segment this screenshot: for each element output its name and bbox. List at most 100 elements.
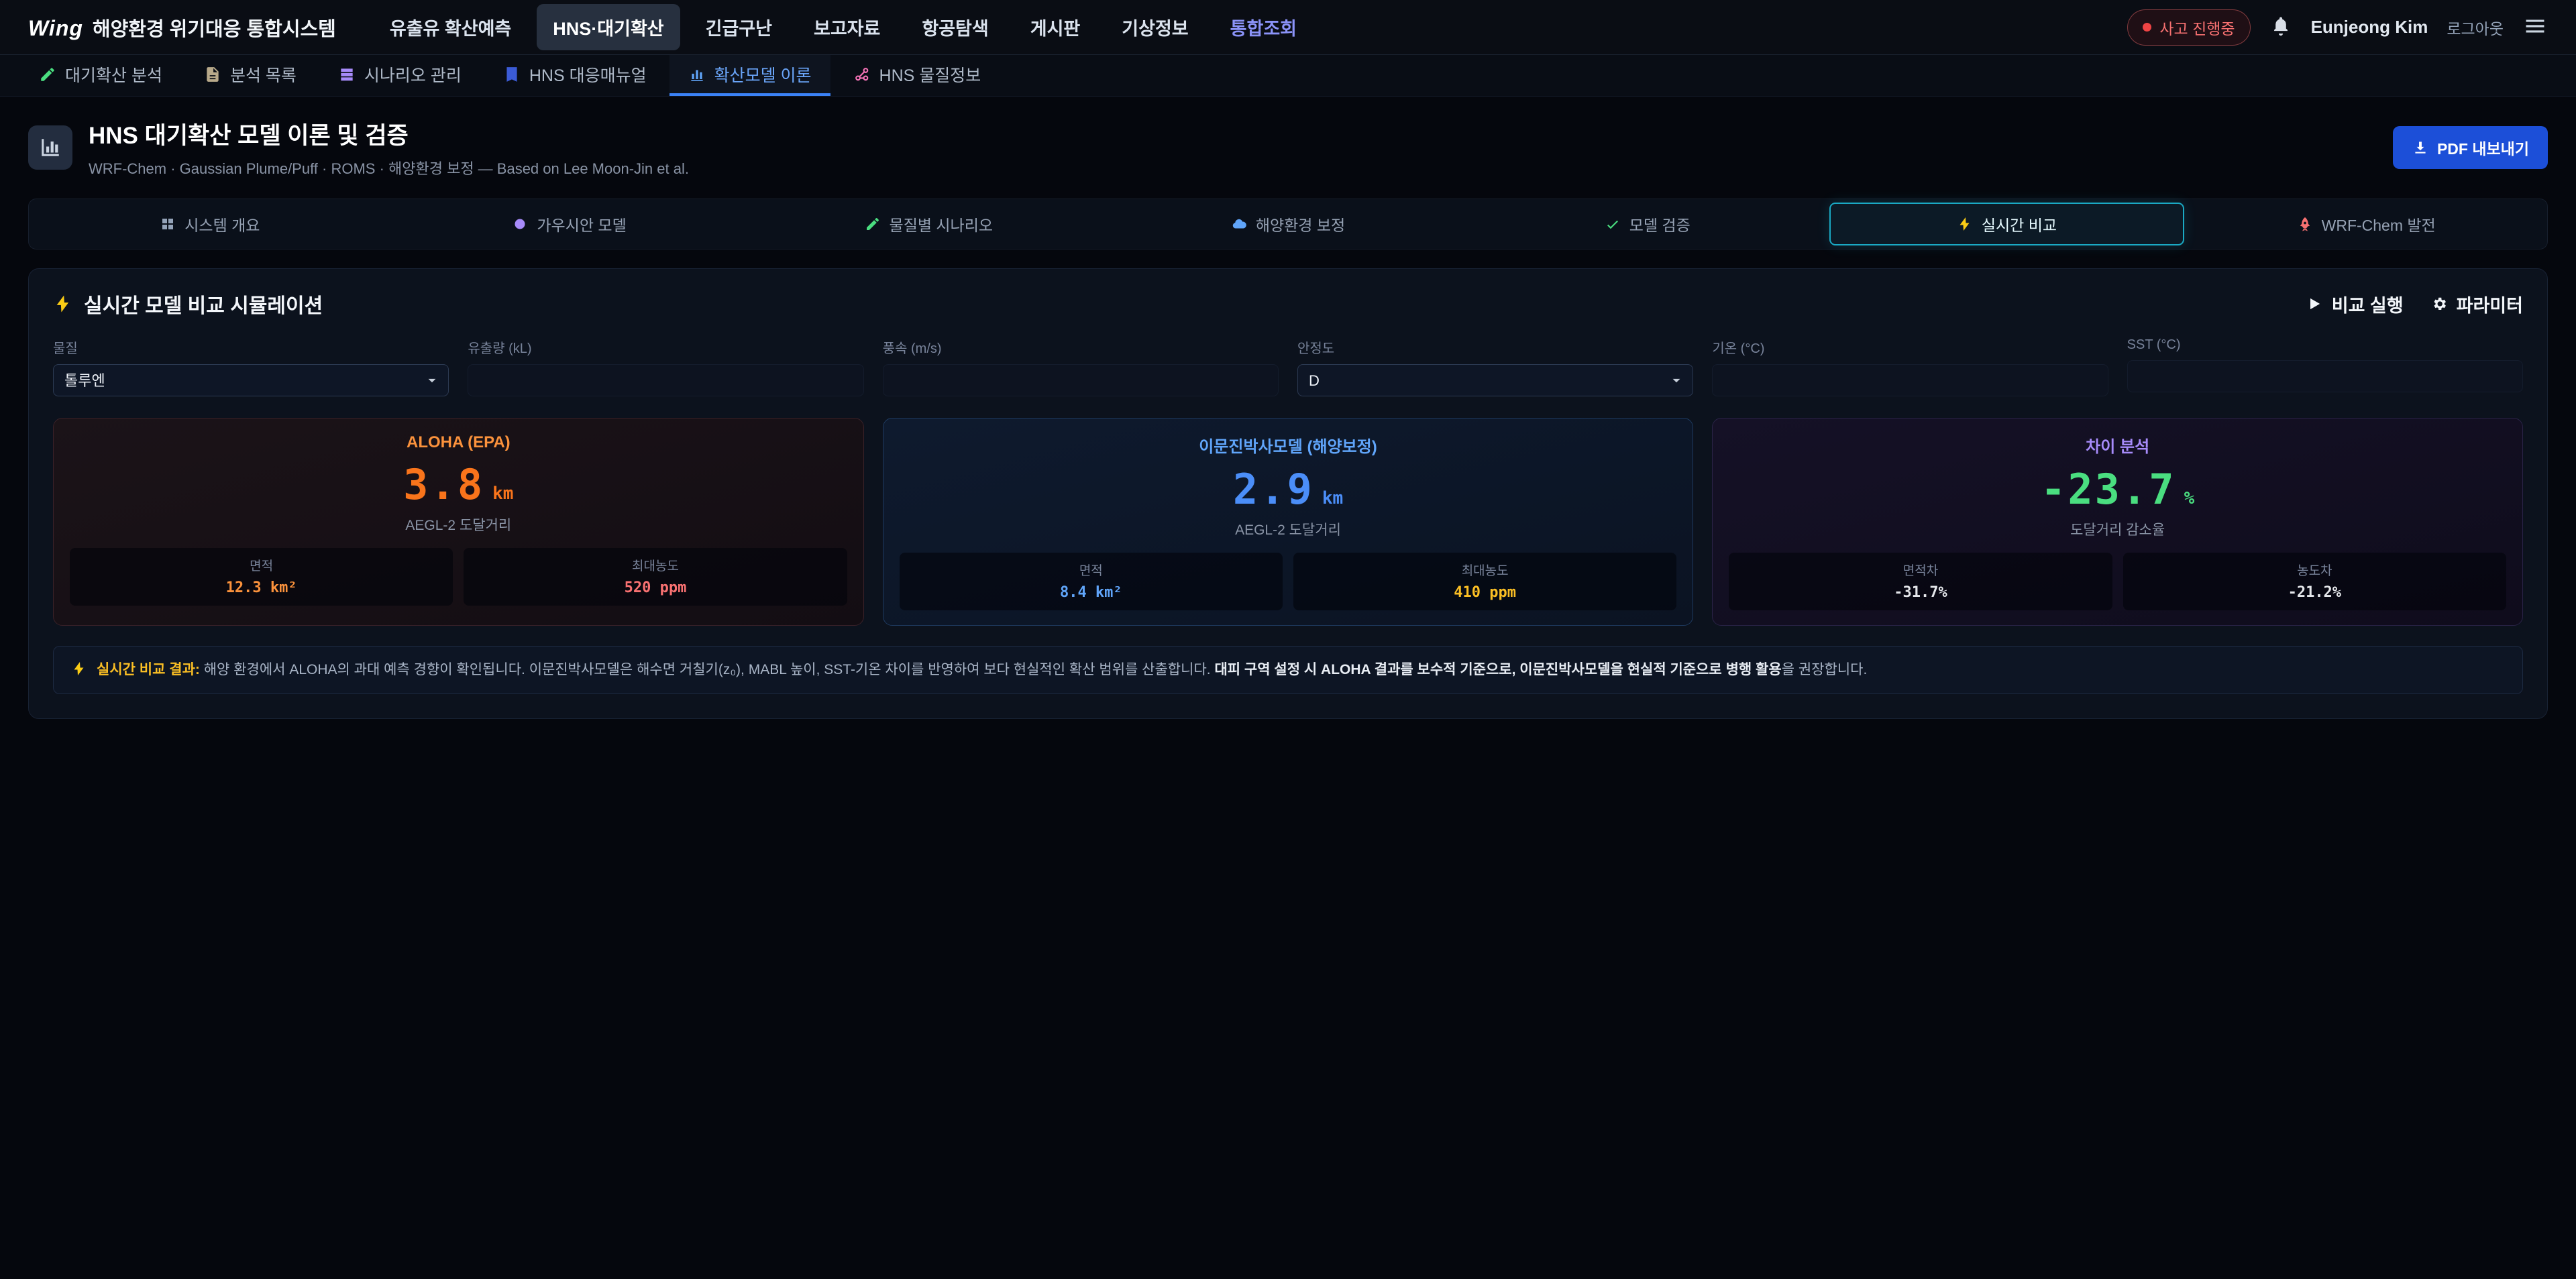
- sub-navigation: 대기확산 분석 분석 목록시나리오 관리 HNS 대응매뉴얼 확산모델 이론 HNS 물…: [0, 55, 2576, 97]
- stat-value: -31.7%: [1735, 584, 2105, 601]
- model-card-2: 차이 분석-23.7%도달거리 감소율면적차-31.7%농도차-21.2%: [1712, 418, 2523, 626]
- stat-value: 8.4 km²: [906, 584, 1276, 601]
- card-value: 2.9 km: [900, 465, 1677, 514]
- card-value-unit: km: [1322, 488, 1343, 508]
- section-tab-label: 모델 검증: [1629, 213, 1690, 235]
- bolt-icon: [71, 661, 87, 677]
- form-field-0: 물질톨루엔: [53, 337, 449, 396]
- card-value-number: 2.9: [1233, 465, 1314, 514]
- menu-item-2[interactable]: 긴급구난: [690, 4, 788, 50]
- scenario-pencil-icon: [865, 216, 881, 232]
- menu-item-3[interactable]: 보고자료: [798, 4, 896, 50]
- field-label: 안정도: [1297, 337, 1693, 357]
- cloud-icon: [1231, 216, 1247, 232]
- run-comparison-label: 비교 실행: [2332, 291, 2404, 317]
- bell-icon: [2269, 15, 2292, 38]
- notifications-button[interactable]: [2269, 15, 2292, 40]
- note-tail: 을 권장합니다.: [1782, 662, 1868, 677]
- page-header-icon-box: [28, 125, 72, 170]
- pdf-export-button[interactable]: PDF 내보내기: [2393, 126, 2548, 169]
- menu-item-4[interactable]: 항공탐색: [906, 4, 1004, 50]
- stat-box: 면적차 -31.7%: [1729, 553, 2112, 610]
- card-caption: 도달거리 감소율: [1729, 519, 2506, 539]
- logout-button[interactable]: 로그아웃: [2447, 16, 2504, 39]
- realtime-comparison-panel: 실시간 모델 비교 시뮬레이션 비교 실행 파라미터 물질톨루엔유출량 (kL)…: [28, 268, 2548, 719]
- menu-toggle-button[interactable]: [2522, 13, 2548, 41]
- field-input-1[interactable]: [468, 364, 863, 396]
- stat-label: 최대농도: [470, 556, 840, 574]
- subnav-item-4[interactable]: 확산모델 이론: [669, 55, 830, 96]
- overview-icon: [160, 216, 176, 232]
- section-tab-label: 해양환경 보정: [1256, 213, 1345, 235]
- card-value: -23.7%: [1729, 465, 2506, 514]
- menu-item-6[interactable]: 기상정보: [1106, 4, 1204, 50]
- download-icon: [2412, 139, 2429, 156]
- field-input-2[interactable]: [883, 364, 1279, 396]
- section-tab-1[interactable]: 가우시안 모델: [392, 203, 747, 245]
- section-tab-3[interactable]: 해양환경 보정: [1110, 203, 1466, 245]
- check-icon: [1605, 216, 1621, 232]
- panel-head: 실시간 모델 비교 시뮬레이션 비교 실행 파라미터: [53, 289, 2523, 319]
- card-title: 차이 분석: [1729, 433, 2506, 457]
- field-select-3[interactable]: D: [1297, 364, 1693, 396]
- card-stats: 면적차-31.7%농도차-21.2%: [1729, 553, 2506, 610]
- note-emphasis: 대피 구역 설정 시 ALOHA 결과를 보수적 기준으로, 이문진박사모델을 …: [1214, 662, 1781, 677]
- app-logo: Wing: [28, 16, 83, 41]
- model-card-0: ALOHA (EPA)3.8kmAEGL-2 도달거리면적12.3 km²최대농…: [53, 418, 864, 626]
- form-field-2: 풍속 (m/s): [883, 337, 1279, 396]
- section-tabs: 시스템 개요가우시안 모델 물질별 시나리오 해양환경 보정 모델 검증 실시간 비교W…: [28, 199, 2548, 249]
- field-input-4[interactable]: [1712, 364, 2108, 396]
- parameters-label: 파라미터: [2457, 291, 2523, 317]
- parameters-button[interactable]: 파라미터: [2430, 291, 2523, 317]
- stat-value: 520 ppm: [470, 579, 840, 596]
- section-tab-6[interactable]: WRF-Chem 발전: [2188, 203, 2544, 245]
- field-select-0[interactable]: 톨루엔: [53, 364, 449, 396]
- subnav-item-2[interactable]: 시나리오 관리: [319, 55, 480, 96]
- field-label: 기온 (°C): [1712, 337, 2108, 357]
- section-tab-4[interactable]: 모델 검증: [1470, 203, 1825, 245]
- card-caption: AEGL-2 도달거리: [70, 514, 847, 535]
- chart-bars-icon: [38, 135, 62, 160]
- stat-value: -21.2%: [2130, 584, 2500, 601]
- stat-value: 12.3 km²: [76, 579, 446, 596]
- stat-label: 면적차: [1735, 561, 2105, 579]
- main-menu: 유출유 확산예측HNS·대기확산긴급구난보고자료항공탐색게시판기상정보통합조회: [374, 4, 2108, 50]
- note-body: 해양 환경에서 ALOHA의 과대 예측 경향이 확인됩니다. 이문진박사모델은…: [200, 662, 1215, 677]
- card-stats: 면적12.3 km²최대농도520 ppm: [70, 548, 847, 606]
- field-label: 물질: [53, 337, 449, 357]
- subnav-item-0[interactable]: 대기확산 분석: [20, 55, 181, 96]
- top-navigation: Wing 해양환경 위기대응 통합시스템 유출유 확산예측HNS·대기확산긴급구…: [0, 0, 2576, 55]
- menu-item-5[interactable]: 게시판: [1014, 4, 1097, 50]
- menu-item-7[interactable]: 통합조회: [1214, 4, 1313, 50]
- subnav-item-label: 대기확산 분석: [65, 62, 162, 87]
- model-comparison-cards: ALOHA (EPA)3.8kmAEGL-2 도달거리면적12.3 km²최대농…: [53, 418, 2523, 626]
- stat-value: 410 ppm: [1300, 584, 1670, 601]
- section-tab-2[interactable]: 물질별 시나리오: [751, 203, 1106, 245]
- incident-status-badge: 사고 진행중: [2127, 9, 2250, 46]
- menu-item-0[interactable]: 유출유 확산예측: [374, 4, 527, 50]
- gaussian-dot-icon: [512, 216, 528, 232]
- brand: Wing 해양환경 위기대응 통합시스템: [28, 13, 336, 42]
- subnav-item-label: HNS 물질정보: [879, 62, 981, 87]
- section-tab-label: 물질별 시나리오: [890, 213, 994, 235]
- parameter-form: 물질톨루엔유출량 (kL)풍속 (m/s)안정도D기온 (°C)SST (°C): [53, 337, 2523, 396]
- user-name: Eunjeong Kim: [2311, 17, 2428, 38]
- card-value: 3.8km: [70, 460, 847, 509]
- panel-title-label: 실시간 모델 비교 시뮬레이션: [84, 289, 323, 319]
- subnav-item-label: HNS 대응매뉴얼: [529, 62, 647, 87]
- card-stats: 면적8.4 km²최대농도410 ppm: [900, 553, 1677, 610]
- card-value-number: 3.8: [403, 460, 484, 509]
- section-tab-5[interactable]: 실시간 비교: [1829, 203, 2185, 245]
- menu-item-1[interactable]: HNS·대기확산: [537, 4, 680, 50]
- subnav-item-3[interactable]: HNS 대응매뉴얼: [484, 55, 665, 96]
- page-header: HNS 대기확산 모델 이론 및 검증 WRF-Chem · Gaussian …: [0, 97, 2576, 196]
- molecule-icon: [853, 66, 871, 83]
- card-caption: AEGL-2 도달거리: [900, 519, 1677, 539]
- pdf-export-label: PDF 내보내기: [2437, 136, 2529, 159]
- field-input-5[interactable]: [2127, 360, 2523, 392]
- run-comparison-button[interactable]: 비교 실행: [2306, 291, 2404, 317]
- subnav-item-5[interactable]: HNS 물질정보: [835, 55, 1000, 96]
- subnav-item-1[interactable]: 분석 목록: [185, 55, 315, 96]
- form-field-4: 기온 (°C): [1712, 337, 2108, 396]
- section-tab-0[interactable]: 시스템 개요: [32, 203, 388, 245]
